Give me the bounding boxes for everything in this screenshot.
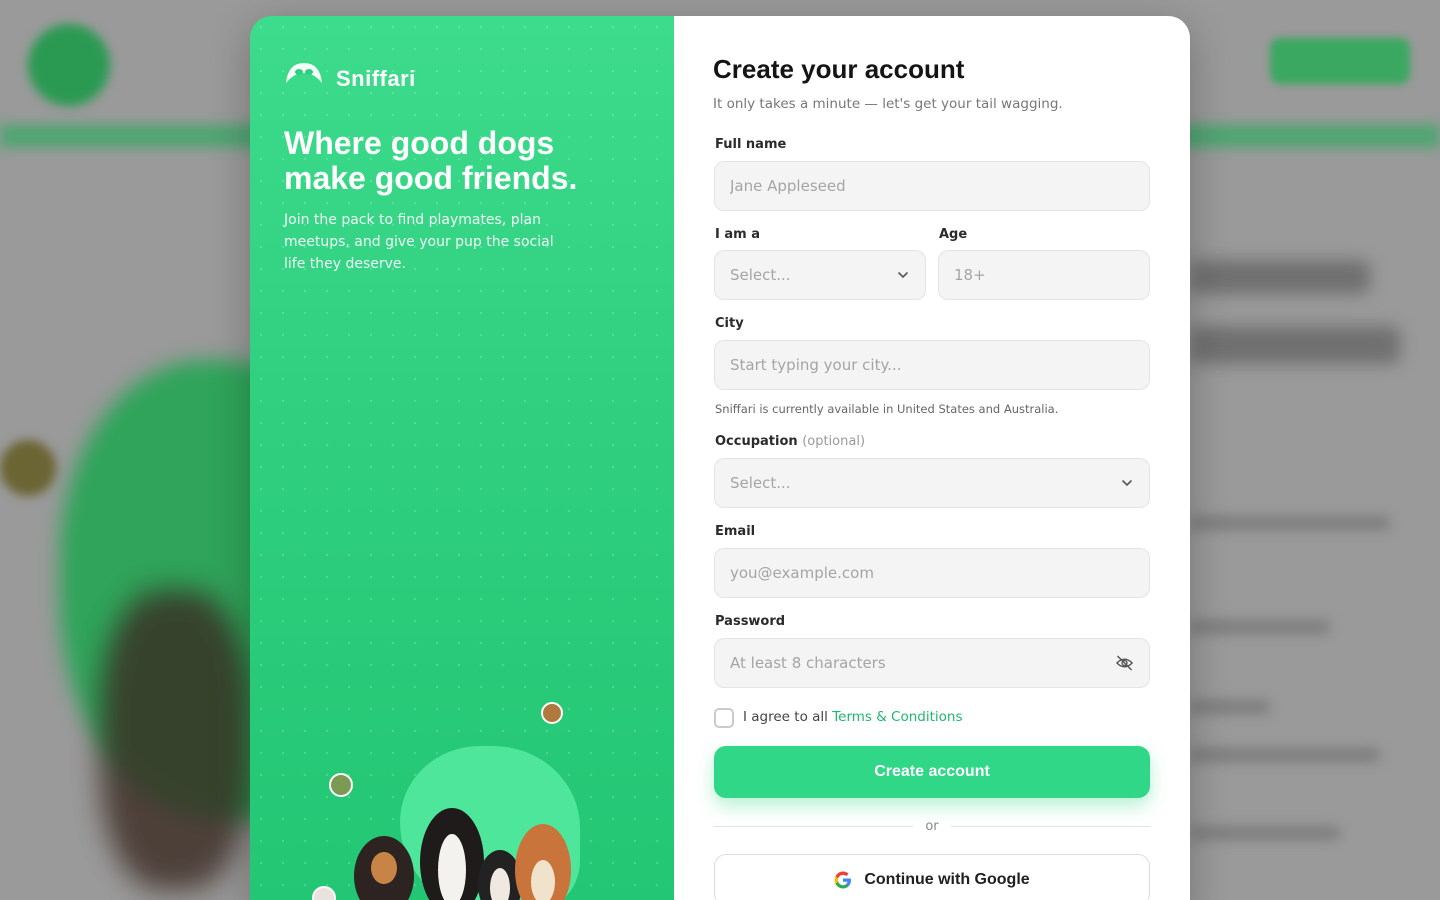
age-label: Age xyxy=(939,227,968,242)
occupation-value: Select... xyxy=(730,474,791,492)
password-label: Password xyxy=(715,614,786,629)
google-icon xyxy=(834,871,852,889)
age-field xyxy=(938,250,1150,300)
sniffari-logo-icon xyxy=(284,61,324,87)
background-dog-image xyxy=(100,590,250,890)
hero-title: Where good dogs make good friends. xyxy=(284,125,578,196)
dog-avatar xyxy=(329,773,353,797)
terms-link[interactable]: Terms & Conditions xyxy=(832,709,962,725)
form-title: Create your account xyxy=(713,54,965,84)
or-divider: or xyxy=(714,816,1150,836)
google-signin-button[interactable]: Continue with Google xyxy=(714,854,1150,900)
i-am-a-label: I am a xyxy=(715,227,760,242)
background-heading xyxy=(1190,260,1370,294)
background-text xyxy=(1190,826,1340,840)
background-text xyxy=(1190,620,1330,634)
divider-line xyxy=(950,825,1150,827)
email-input[interactable] xyxy=(730,564,1134,582)
city-input[interactable] xyxy=(730,356,1134,374)
dog-avatar xyxy=(312,886,336,900)
occupation-label: Occupation (optional) xyxy=(715,434,865,449)
divider-text: or xyxy=(925,818,939,834)
password-field xyxy=(714,638,1150,688)
terms-prefix: I agree to all xyxy=(743,709,828,725)
optional-tag: (optional) xyxy=(802,434,866,449)
background-button xyxy=(1270,38,1410,84)
full-name-label: Full name xyxy=(715,137,787,152)
signup-modal: Sniffari Where good dogs make good frien… xyxy=(250,16,1190,900)
promo-panel: Sniffari Where good dogs make good frien… xyxy=(250,16,674,900)
background-logo xyxy=(28,24,110,106)
full-name-input[interactable] xyxy=(730,177,1134,195)
form-panel: Create your account It only takes a minu… xyxy=(674,16,1190,900)
google-button-label: Continue with Google xyxy=(864,871,1030,888)
background-text xyxy=(1190,516,1390,530)
create-account-button[interactable]: Create account xyxy=(714,746,1150,798)
city-field xyxy=(714,340,1150,390)
dog-avatar xyxy=(541,702,563,724)
full-name-field xyxy=(714,161,1150,211)
hero-subtitle: Join the pack to find playmates, plan me… xyxy=(284,212,554,272)
i-am-a-value: Select... xyxy=(730,266,791,284)
background-avatar xyxy=(0,440,56,496)
i-am-a-select[interactable]: Select... xyxy=(714,250,926,300)
brand-name: Sniffari xyxy=(336,66,416,91)
background-text xyxy=(1190,748,1380,762)
background-heading xyxy=(1190,326,1400,364)
form-subtitle: It only takes a minute — let's get your … xyxy=(713,96,1063,112)
age-input[interactable] xyxy=(954,266,1134,284)
eye-off-icon[interactable] xyxy=(1115,653,1134,673)
dogs-illustration xyxy=(354,808,571,900)
chevron-down-icon xyxy=(898,272,908,279)
divider-line xyxy=(714,825,914,827)
occupation-select[interactable]: Select... xyxy=(714,458,1150,508)
terms-checkbox[interactable] xyxy=(714,708,734,728)
password-input[interactable] xyxy=(730,654,1115,672)
chevron-down-icon xyxy=(1122,480,1132,487)
brand: Sniffari xyxy=(284,56,416,92)
city-hint: Sniffari is currently available in Unite… xyxy=(715,402,1059,416)
email-field xyxy=(714,548,1150,598)
city-label: City xyxy=(715,316,744,331)
occupation-label-text: Occupation xyxy=(715,434,798,449)
background-text xyxy=(1190,700,1270,714)
terms-text: I agree to all Terms & Conditions xyxy=(743,709,963,725)
email-label: Email xyxy=(715,524,756,539)
